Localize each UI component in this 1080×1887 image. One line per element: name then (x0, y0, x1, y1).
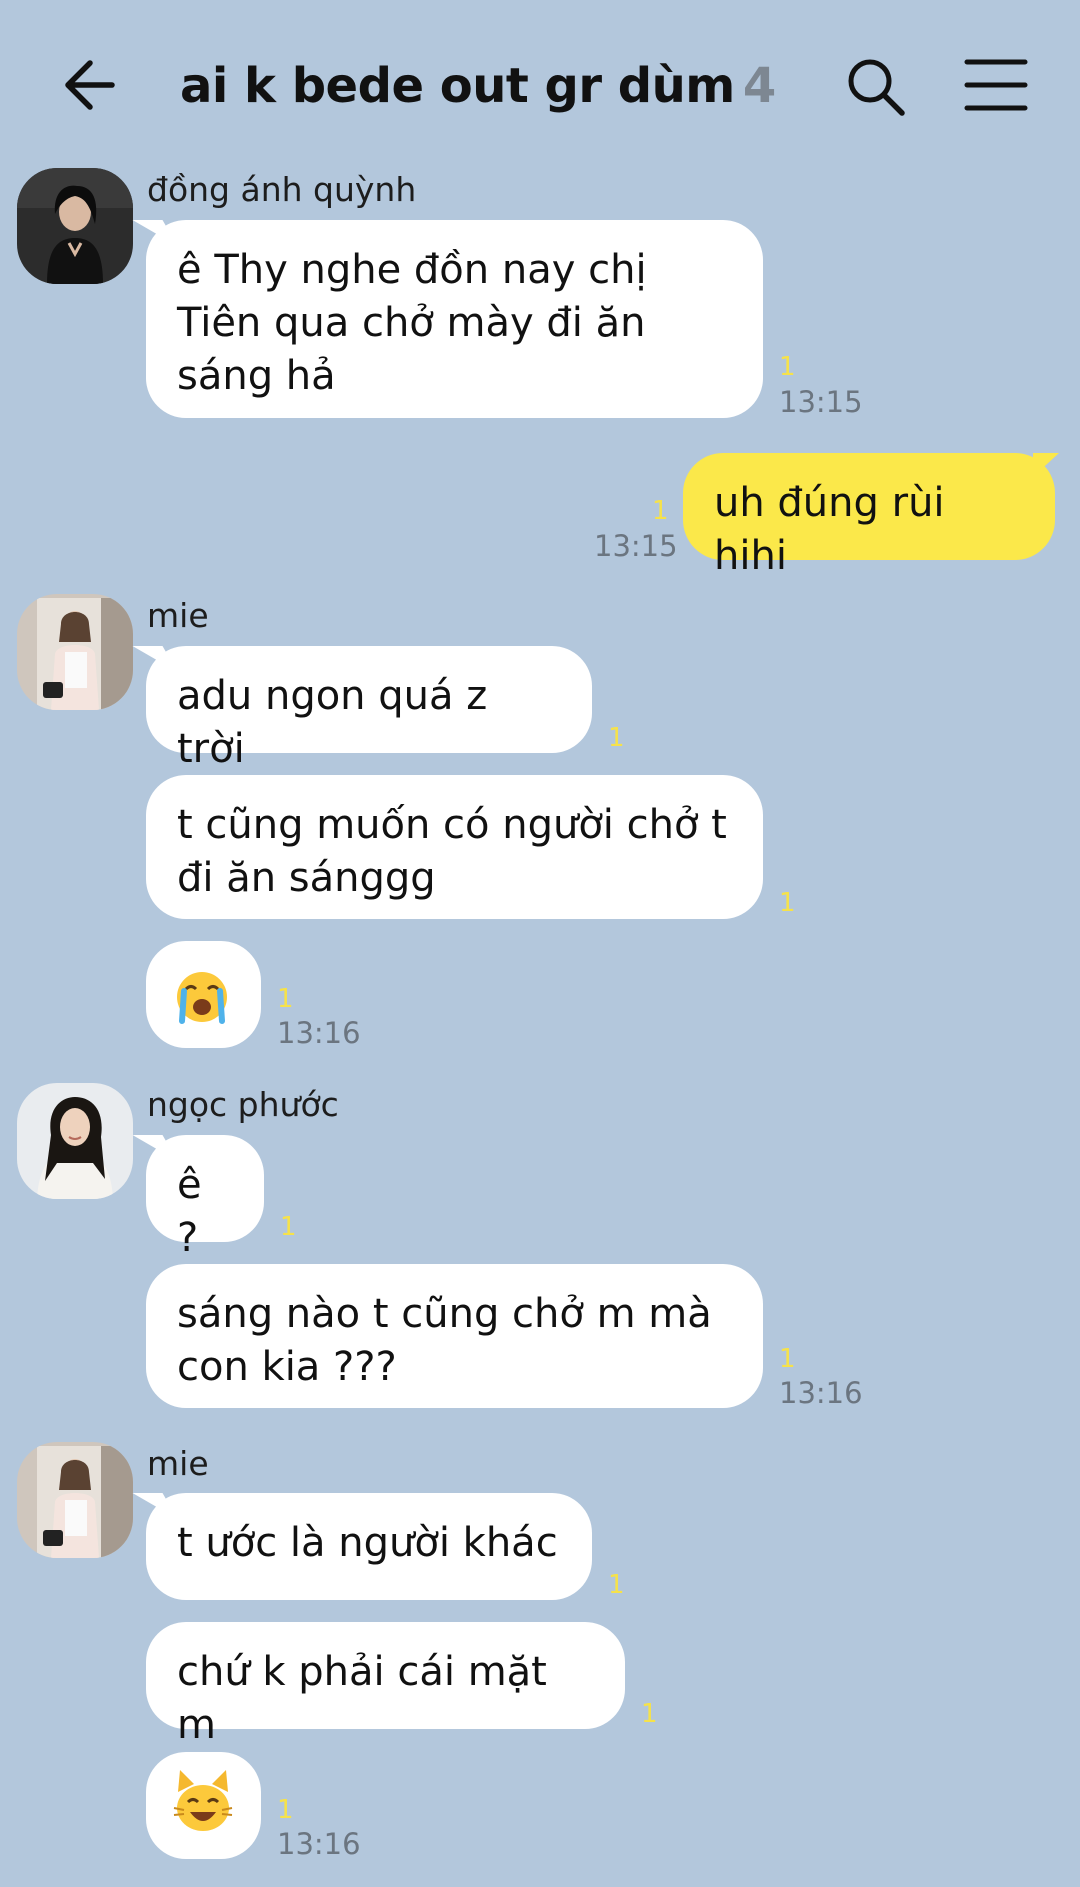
unread-count: 1 (779, 1344, 796, 1374)
profile-photo (17, 594, 133, 710)
emoji-message-bubble[interactable] (146, 1752, 261, 1859)
sender-name: mie (147, 1444, 209, 1483)
loudly-crying-face-emoji (177, 972, 227, 1024)
message-time: 13:16 (277, 1016, 361, 1050)
sender-name: mie (147, 596, 209, 635)
unread-count: 1 (641, 1699, 658, 1729)
chat-header: ai k bede out gr dùm 4 (0, 0, 1080, 170)
avatar-mie[interactable] (17, 594, 133, 710)
unread-count: 1 (779, 352, 796, 382)
profile-photo (17, 168, 133, 284)
avatar-ngoc-phuoc[interactable] (17, 1083, 133, 1199)
message-bubble[interactable]: chứ k phải cái mặt m (146, 1622, 625, 1748)
unread-count: 1 (277, 1795, 294, 1825)
unread-count: 1 (280, 1212, 297, 1242)
unread-count: 1 (779, 888, 796, 918)
menu-button[interactable] (963, 56, 1029, 114)
back-button[interactable] (54, 50, 124, 120)
search-icon (848, 59, 905, 116)
unread-count: 1 (652, 496, 669, 526)
avatar-dong-anh-quynh[interactable] (17, 168, 133, 284)
message-bubble[interactable]: adu ngon quá z trời (146, 646, 592, 772)
profile-photo (17, 1083, 133, 1199)
avatar-mie[interactable] (17, 1442, 133, 1558)
message-time: 13:15 (779, 385, 863, 419)
profile-photo (17, 1442, 133, 1558)
chat-title-text: ai k bede out gr dùm (180, 58, 735, 114)
message-time: 13:16 (779, 1376, 863, 1410)
sender-name: đồng ánh quỳnh (147, 170, 417, 209)
unread-count: 1 (608, 723, 625, 753)
message-bubble[interactable]: ê Thy nghe đồn nay chị Tiên qua chở mày … (146, 220, 763, 418)
hamburger-menu-icon (964, 59, 1028, 111)
unread-count: 1 (608, 1570, 625, 1600)
message-time: 13:15 (594, 529, 678, 563)
message-bubble[interactable]: t ước là người khác (146, 1493, 592, 1600)
message-time: 13:16 (277, 1827, 361, 1861)
message-bubble[interactable]: sáng nào t cũng chở m mà con kia ??? (146, 1264, 763, 1408)
grinning-cat-emoji (173, 1770, 233, 1831)
own-message-bubble[interactable]: uh đúng rùi hihi (683, 453, 1059, 579)
member-count: 4 (742, 58, 776, 114)
chat-title: ai k bede out gr dùm 4 (180, 54, 776, 118)
unread-count: 1 (277, 984, 294, 1014)
emoji-message-bubble[interactable] (146, 941, 261, 1048)
sender-name: ngọc phước (147, 1085, 339, 1124)
message-bubble[interactable]: t cũng muốn có người chở t đi ăn sánggg (146, 775, 763, 919)
arrow-left-icon (65, 60, 115, 110)
message-bubble[interactable]: ê ? (146, 1135, 264, 1261)
search-button[interactable] (845, 56, 907, 118)
